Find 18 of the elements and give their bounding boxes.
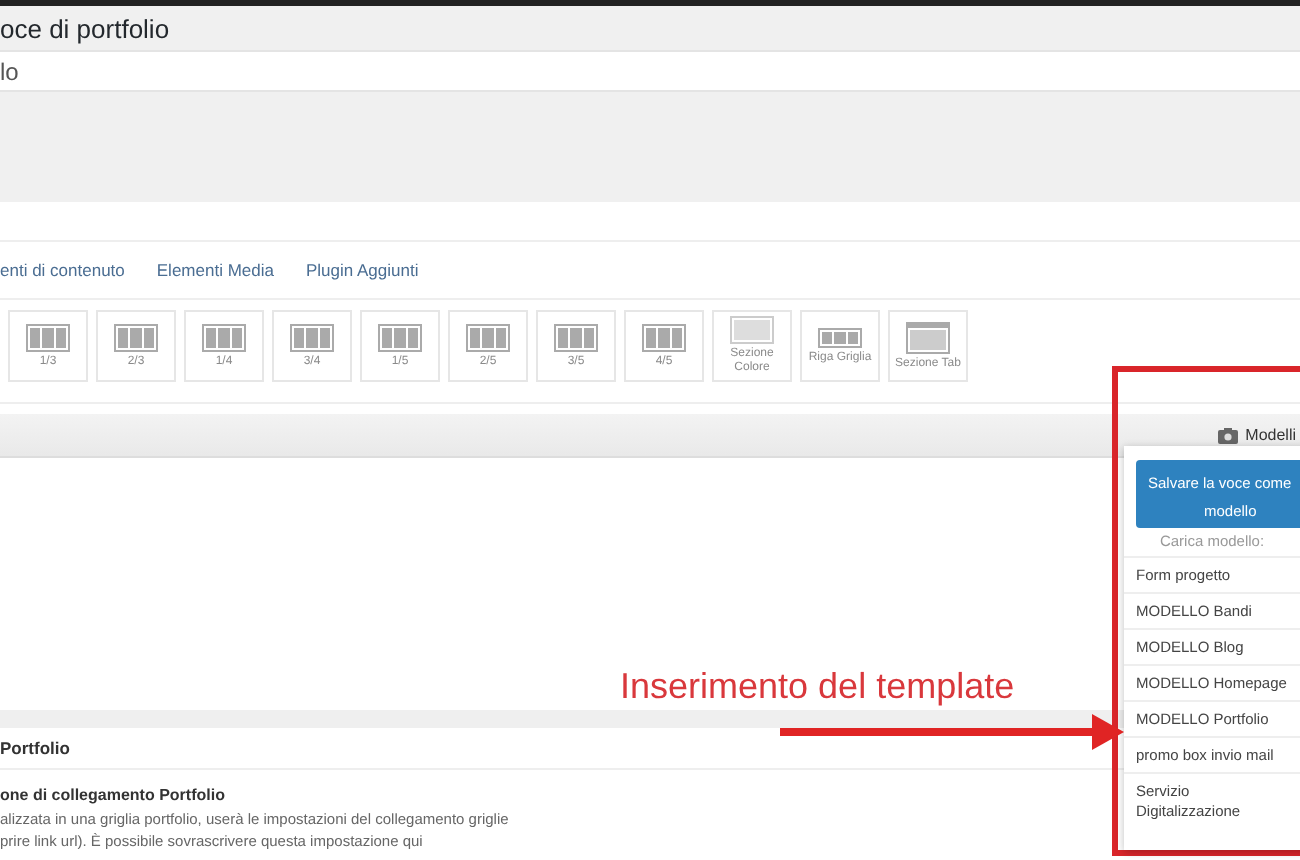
tab[interactable]: enti di contenuto bbox=[0, 260, 125, 280]
tab[interactable]: Elementi Media bbox=[156, 260, 274, 280]
columns-icon bbox=[290, 323, 334, 352]
grid-row-icon bbox=[818, 327, 862, 348]
columns-icon bbox=[26, 323, 70, 352]
columns-icon bbox=[202, 323, 246, 352]
section-icon bbox=[730, 316, 774, 345]
columns-icon bbox=[114, 323, 158, 352]
page-title: oce di portfolio bbox=[0, 13, 170, 43]
columns-icon bbox=[378, 323, 422, 352]
field-label: one di collegamento Portfolio bbox=[0, 786, 225, 804]
columns-icon bbox=[554, 323, 598, 352]
tab[interactable]: Plugin Aggiunti bbox=[305, 260, 419, 280]
camera-icon bbox=[1217, 427, 1238, 443]
columns-icon bbox=[466, 323, 510, 352]
annotation-label: Inserimento del template bbox=[620, 666, 1015, 708]
columns-icon bbox=[642, 323, 686, 352]
tab-section-icon bbox=[906, 321, 950, 354]
